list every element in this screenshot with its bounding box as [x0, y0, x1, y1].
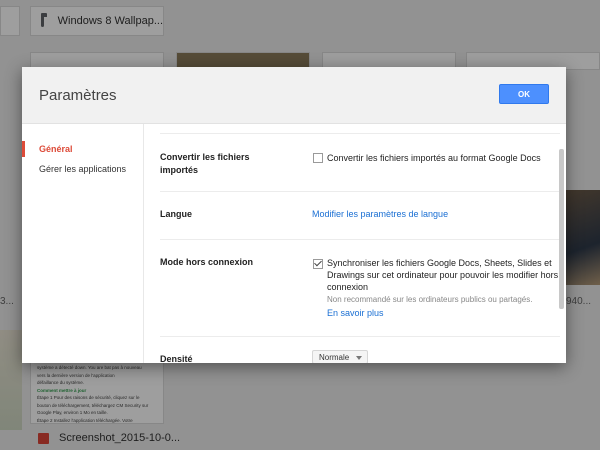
setting-row-language: Langue Modifier les paramètres de langue — [160, 191, 560, 240]
density-select[interactable]: Normale — [312, 350, 369, 363]
language-label: Langue — [160, 209, 193, 219]
convert-label: Convertir les fichiers importés — [160, 152, 250, 175]
language-settings-link[interactable]: Modifier les paramètres de langue — [312, 208, 448, 220]
chevron-down-icon — [356, 356, 363, 360]
settings-content: Convertir les fichiers importés Converti… — [144, 124, 566, 363]
setting-row-convert: Convertir les fichiers importés Converti… — [160, 133, 560, 192]
convert-checkbox[interactable] — [313, 153, 323, 163]
sidebar-item-manage-apps[interactable]: Gérer les applications — [22, 159, 143, 179]
settings-scrollbar[interactable] — [559, 149, 564, 309]
setting-row-density: Densité Normale — [160, 336, 560, 363]
offline-label: Mode hors connexion — [160, 257, 254, 267]
settings-dialog: Paramètres OK Général Gérer les applicat… — [22, 67, 566, 363]
ok-button[interactable]: OK — [499, 84, 549, 104]
settings-sidebar: Général Gérer les applications — [22, 124, 144, 363]
convert-checkbox-label: Convertir les fichiers importés au forma… — [327, 153, 541, 163]
dialog-header: Paramètres OK — [22, 67, 566, 124]
density-select-value: Normale — [319, 353, 350, 362]
learn-more-link[interactable]: En savoir plus — [327, 307, 384, 319]
offline-checkbox[interactable] — [313, 259, 323, 269]
density-label: Densité — [160, 354, 193, 363]
setting-row-offline: Mode hors connexion Synchroniser les fic… — [160, 239, 560, 337]
offline-note: Non recommandé sur les ordinateurs publi… — [327, 295, 533, 304]
sidebar-item-general[interactable]: Général — [22, 139, 143, 159]
dialog-title: Paramètres — [39, 87, 117, 104]
offline-checkbox-label: Synchroniser les fichiers Google Docs, S… — [327, 258, 559, 292]
